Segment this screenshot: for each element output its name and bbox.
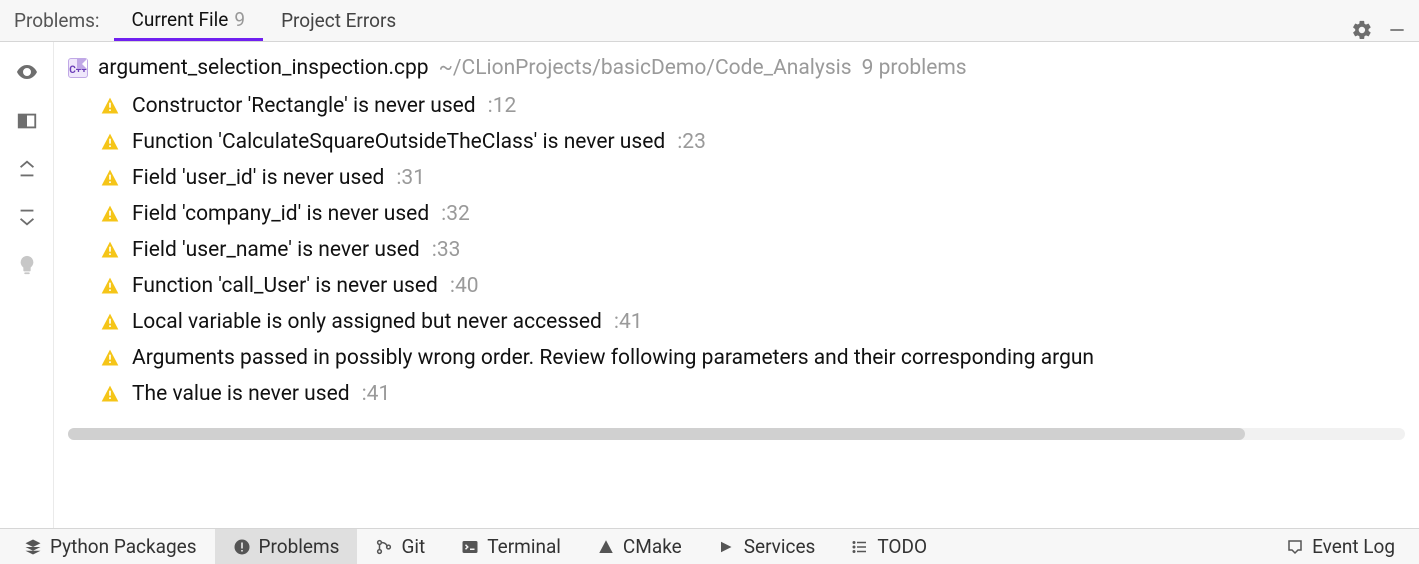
issue-line: :33	[432, 238, 461, 262]
gear-icon[interactable]	[1351, 19, 1373, 41]
issue-item[interactable]: Field 'company_id' is never used :32	[100, 196, 1419, 232]
bt-label: Python Packages	[50, 535, 197, 558]
tool-tab-problems[interactable]: Problems	[215, 529, 358, 564]
cmake-icon	[597, 538, 615, 556]
issue-line: :40	[450, 274, 479, 298]
terminal-icon	[461, 538, 479, 556]
warning-icon	[100, 204, 120, 224]
bottom-tool-tabs: Python Packages Problems Git Terminal CMake S…	[0, 528, 1419, 564]
todo-icon	[851, 538, 869, 556]
main-area: C++ argument_selection_inspection.cpp ~/…	[0, 42, 1419, 528]
tool-tab-terminal[interactable]: Terminal	[443, 529, 579, 564]
tab-label: Project Errors	[281, 9, 396, 32]
issue-line: :23	[677, 130, 706, 154]
bottom-left: Python Packages Problems Git Terminal CMake S…	[6, 529, 945, 564]
h-scrollbar-thumb[interactable]	[68, 428, 1245, 440]
issue-item[interactable]: Function 'CalculateSquareOutsideTheClass…	[100, 124, 1419, 160]
issue-line: :12	[488, 94, 517, 118]
content-area: C++ argument_selection_inspection.cpp ~/…	[54, 42, 1419, 528]
bt-label: Services	[744, 535, 816, 558]
issue-list: Constructor 'Rectangle' is never used :12…	[54, 86, 1419, 412]
issue-text: The value is never used	[132, 382, 350, 406]
issue-item[interactable]: Local variable is only assigned but neve…	[100, 304, 1419, 340]
issue-text: Field 'user_id' is never used	[132, 166, 384, 190]
bt-label: TODO	[877, 535, 927, 558]
cpp-file-icon: C++	[68, 58, 88, 78]
tab-current-file[interactable]: Current File 9	[114, 0, 264, 41]
issue-text: Arguments passed in possibly wrong order…	[132, 346, 1094, 370]
eye-icon[interactable]	[15, 60, 39, 84]
warning-icon	[100, 384, 120, 404]
issue-text: Local variable is only assigned but neve…	[132, 310, 602, 334]
warning-icon	[100, 96, 120, 116]
warning-icon	[100, 276, 120, 296]
left-gutter	[0, 42, 54, 528]
tool-tab-todo[interactable]: TODO	[833, 529, 945, 564]
file-problem-count: 9 problems	[862, 56, 967, 80]
issue-text: Function 'call_User' is never used	[132, 274, 438, 298]
collapse-all-icon[interactable]	[16, 206, 38, 228]
services-icon	[718, 538, 736, 556]
issue-line: :41	[362, 382, 391, 406]
layout-icon[interactable]	[16, 110, 38, 132]
error-icon	[233, 538, 251, 556]
eventlog-icon	[1286, 538, 1304, 556]
warning-icon	[100, 132, 120, 152]
minimize-icon[interactable]	[1387, 20, 1407, 40]
issue-item[interactable]: Constructor 'Rectangle' is never used :12	[100, 88, 1419, 124]
event-log-tab[interactable]: Event Log	[1268, 535, 1413, 558]
warning-icon	[100, 312, 120, 332]
tabs-left: Problems: Current File 9 Project Errors	[0, 0, 414, 41]
issue-item[interactable]: Field 'user_id' is never used :31	[100, 160, 1419, 196]
issue-text: Constructor 'Rectangle' is never used	[132, 94, 476, 118]
expand-all-icon[interactable]	[16, 158, 38, 180]
issue-item[interactable]: Arguments passed in possibly wrong order…	[100, 340, 1419, 376]
tool-tab-python-packages[interactable]: Python Packages	[6, 529, 215, 564]
tab-project-errors[interactable]: Project Errors	[263, 0, 414, 41]
bt-label: CMake	[623, 535, 682, 558]
bt-label: Problems	[259, 535, 340, 558]
issue-line: :32	[441, 202, 470, 226]
tool-tab-git[interactable]: Git	[357, 529, 443, 564]
warning-icon	[100, 240, 120, 260]
layers-icon	[24, 538, 42, 556]
bt-label: Event Log	[1312, 535, 1395, 558]
problems-tabs-bar: Problems: Current File 9 Project Errors	[0, 0, 1419, 42]
issue-text: Field 'company_id' is never used	[132, 202, 429, 226]
warning-icon	[100, 168, 120, 188]
tool-tab-services[interactable]: Services	[700, 529, 834, 564]
tabs-right	[1351, 19, 1419, 41]
tab-count: 9	[234, 8, 245, 31]
issue-line: :31	[396, 166, 425, 190]
file-header[interactable]: C++ argument_selection_inspection.cpp ~/…	[54, 42, 1419, 86]
bt-label: Terminal	[487, 535, 561, 558]
problems-title: Problems:	[0, 0, 114, 42]
intent-bulb-icon[interactable]	[16, 254, 38, 276]
issue-item[interactable]: Field 'user_name' is never used :33	[100, 232, 1419, 268]
file-path: ~/CLionProjects/basicDemo/Code_Analysis	[439, 56, 852, 80]
tab-label: Current File	[132, 8, 229, 31]
issue-text: Field 'user_name' is never used	[132, 238, 420, 262]
issue-line: :41	[614, 310, 643, 334]
bottom-right: Event Log	[1268, 535, 1413, 558]
git-icon	[375, 538, 393, 556]
bt-label: Git	[401, 535, 425, 558]
issue-text: Function 'CalculateSquareOutsideTheClass…	[132, 130, 665, 154]
warning-icon	[100, 348, 120, 368]
issue-item[interactable]: Function 'call_User' is never used :40	[100, 268, 1419, 304]
issue-item[interactable]: The value is never used :41	[100, 376, 1419, 412]
file-name: argument_selection_inspection.cpp	[98, 56, 429, 80]
tool-tab-cmake[interactable]: CMake	[579, 529, 700, 564]
h-scrollbar[interactable]	[68, 428, 1405, 440]
